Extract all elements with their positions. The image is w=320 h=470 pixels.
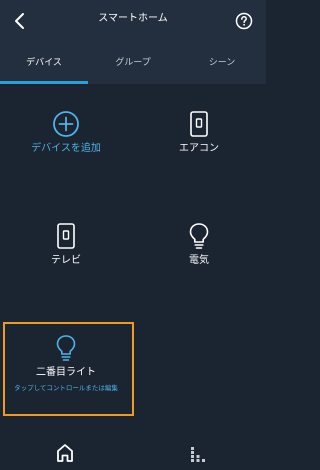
help-icon[interactable] — [235, 12, 253, 30]
home-icon[interactable] — [55, 442, 75, 464]
bottom-nav — [0, 430, 266, 470]
plus-circle-icon — [53, 111, 79, 137]
tab-active-indicator — [0, 81, 88, 84]
add-device-tile[interactable]: デバイスを追加 — [0, 100, 132, 210]
back-chevron-icon[interactable] — [10, 10, 32, 32]
tab-scenes[interactable]: シーン — [178, 42, 266, 84]
bulb-icon — [189, 223, 209, 249]
page-title: スマートホーム — [98, 13, 168, 24]
device-tile-tv[interactable]: テレビ — [0, 212, 132, 322]
highlight-frame — [3, 322, 134, 416]
tile-label: 電気 — [189, 255, 209, 266]
tab-label: グループ — [115, 58, 151, 68]
tab-bar: デバイス グループ シーン — [0, 42, 266, 84]
top-bar: スマートホーム — [0, 0, 266, 42]
device-tile-light[interactable]: 電気 — [133, 212, 265, 322]
tab-groups[interactable]: グループ — [89, 42, 177, 84]
device-tile-aircon[interactable]: エアコン — [133, 100, 265, 210]
tab-label: シーン — [208, 58, 236, 68]
switch-icon — [57, 223, 75, 249]
tile-label: テレビ — [51, 255, 81, 266]
tab-devices[interactable]: デバイス — [0, 42, 88, 84]
tile-label: エアコン — [179, 143, 219, 154]
switch-icon — [190, 111, 208, 137]
tile-label: デバイスを追加 — [31, 143, 101, 154]
equalizer-icon[interactable] — [188, 444, 208, 464]
tab-label: デバイス — [26, 58, 62, 68]
